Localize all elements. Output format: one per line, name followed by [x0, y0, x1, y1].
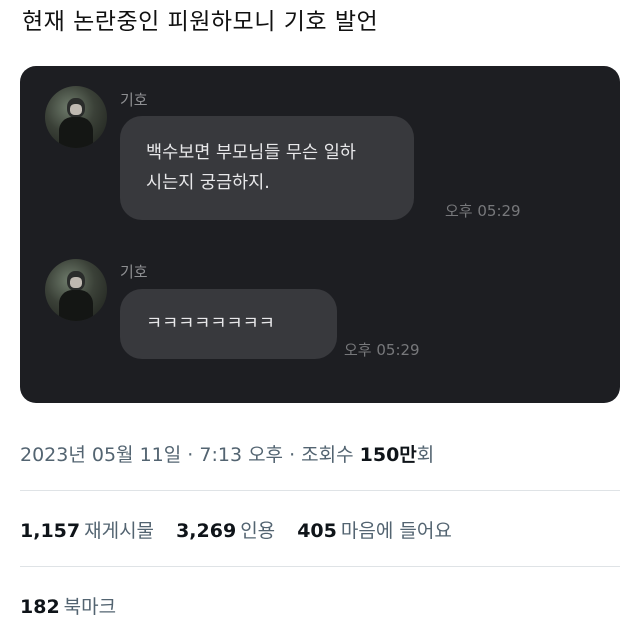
tweet-page: 현재 논란중인 피원하모니 기호 발언 기호 백수보면 부모님들 무슨 일하 시… [0, 0, 640, 623]
chat-screenshot-image[interactable]: 기호 백수보면 부모님들 무슨 일하 시는지 궁금하지. 오후 05:29 기호… [20, 66, 620, 403]
meta-separator: · [283, 444, 302, 466]
retweets-label: 재게시물 [84, 520, 155, 542]
retweets-count: 1,157 [20, 520, 81, 542]
sender-avatar [45, 86, 107, 148]
views-label: 조회수 [301, 444, 360, 466]
tweet-meta: 2023년 05월 11일 · 7:13 오후 · 조회수 150만회 [20, 440, 434, 467]
bookmarks-label: 북마크 [63, 596, 117, 618]
quotes-label: 인용 [240, 520, 276, 542]
post-title: 현재 논란중인 피원하모니 기호 발언 [22, 9, 379, 35]
message-timestamp: 오후 05:29 [344, 341, 420, 359]
likes-count: 405 [297, 520, 337, 542]
likes-label: 마음에 들어요 [340, 520, 452, 542]
views-suffix: 회 [416, 444, 435, 466]
bookmarks-stat[interactable]: 182 북마크 [20, 592, 116, 619]
divider [20, 566, 620, 567]
bookmarks-count: 182 [20, 596, 60, 618]
divider [20, 490, 620, 491]
retweets-stat[interactable]: 1,157 재게시물 [20, 516, 154, 543]
sender-avatar [45, 259, 107, 321]
message-text-line: 백수보면 부모님들 무슨 일하 [146, 143, 356, 163]
sender-name: 기호 [120, 91, 148, 109]
engagement-stats: 1,157 재게시물 3,269 인용 405 마음에 들어요 [20, 516, 468, 543]
meta-separator: · [181, 444, 200, 466]
views-count: 150만 [359, 444, 417, 466]
tweet-date: 2023년 05월 11일 [20, 444, 182, 466]
quotes-stat[interactable]: 3,269 인용 [176, 516, 275, 543]
likes-stat[interactable]: 405 마음에 들어요 [297, 516, 452, 543]
quotes-count: 3,269 [176, 520, 237, 542]
message-bubble: ㅋㅋㅋㅋㅋㅋㅋㅋ [120, 289, 337, 359]
message-timestamp: 오후 05:29 [445, 202, 521, 220]
message-text-line: ㅋㅋㅋㅋㅋㅋㅋㅋ [146, 314, 275, 334]
message-bubble: 백수보면 부모님들 무슨 일하 시는지 궁금하지. [120, 116, 414, 220]
message-text-line: 시는지 궁금하지. [146, 173, 270, 193]
sender-name: 기호 [120, 263, 148, 281]
tweet-time[interactable]: 7:13 오후 [199, 444, 283, 466]
